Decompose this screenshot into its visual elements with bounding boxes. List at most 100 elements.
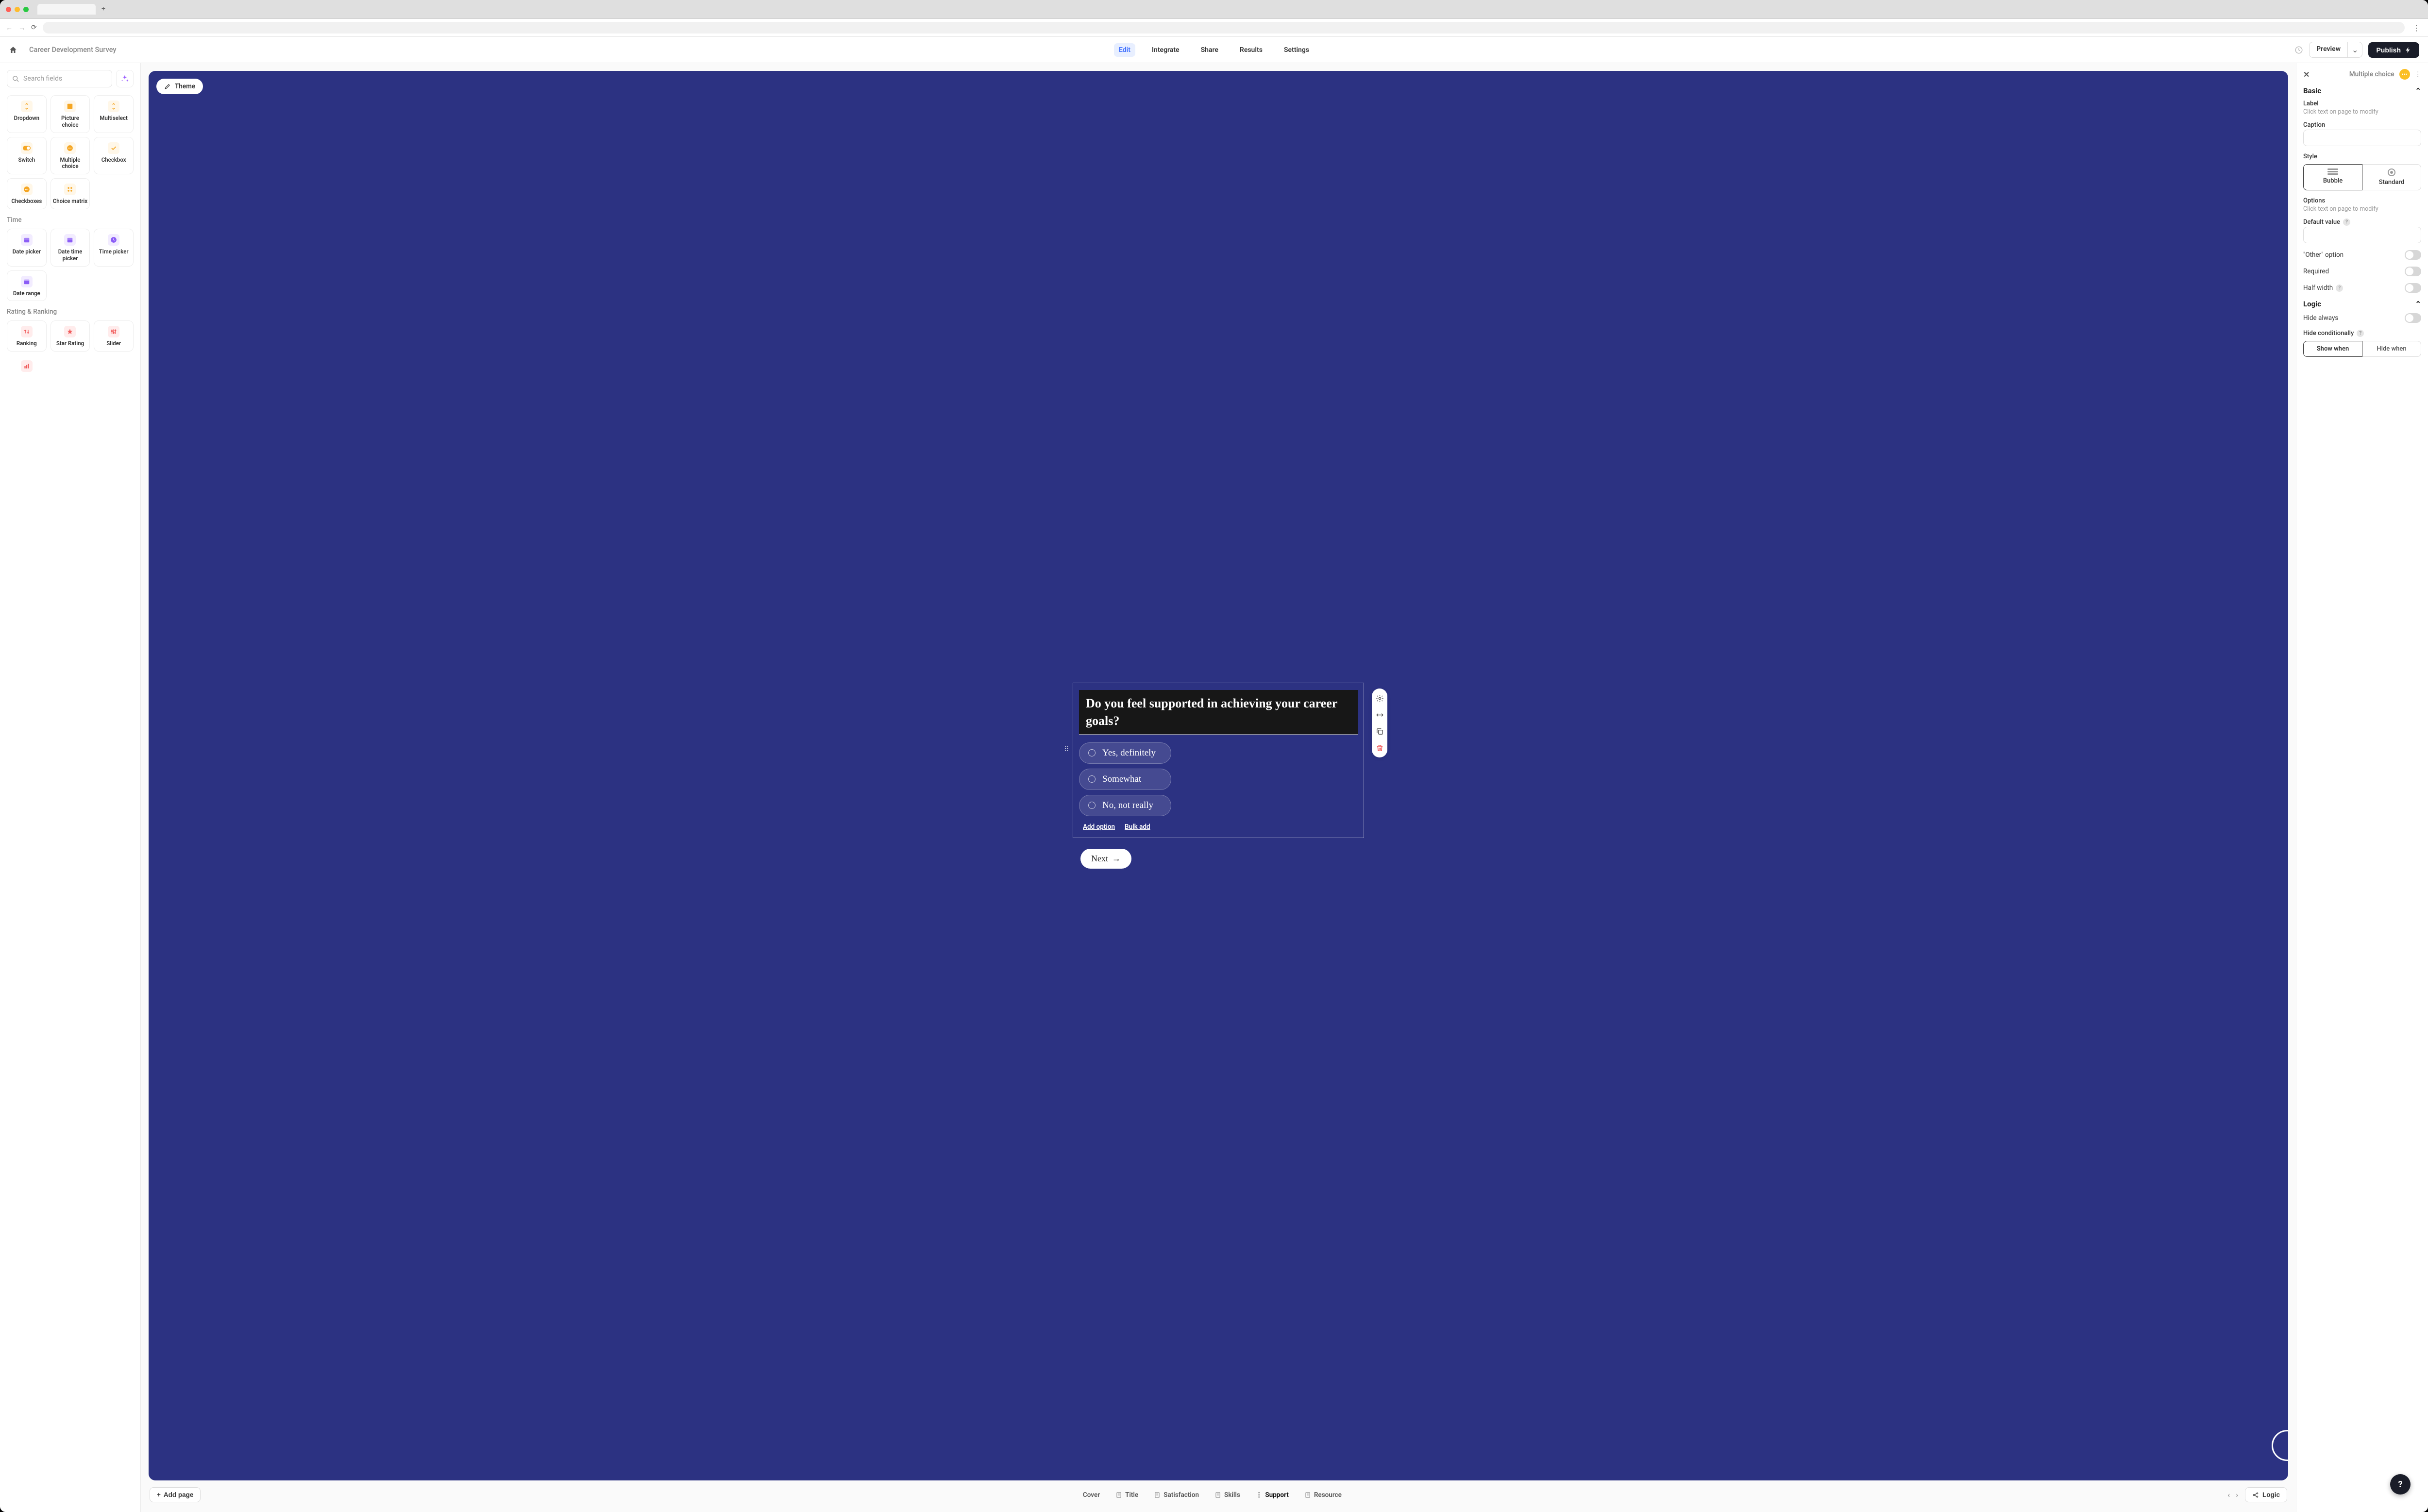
- style-field-label: Style: [2303, 153, 2421, 160]
- add-option-link[interactable]: Add option: [1083, 823, 1115, 831]
- more-icon[interactable]: ⋮: [2415, 70, 2422, 78]
- help-icon[interactable]: ?: [2336, 285, 2343, 292]
- logic-button[interactable]: Logic: [2245, 1487, 2287, 1502]
- home-icon[interactable]: [9, 46, 17, 54]
- radio-icon: [1088, 802, 1096, 809]
- page-tab-support[interactable]: ⋮ Support: [1249, 1488, 1296, 1502]
- form-canvas[interactable]: Theme ⠿ Do you feel supported in achi: [149, 71, 2288, 1480]
- nav-results[interactable]: Results: [1235, 43, 1267, 57]
- chevron-up-icon: ⌃: [2415, 86, 2421, 95]
- page-tab-skills[interactable]: Skills: [1208, 1488, 1247, 1502]
- browser-tab[interactable]: [37, 4, 96, 15]
- url-input[interactable]: [43, 22, 2405, 34]
- field-date-picker[interactable]: Date picker: [7, 229, 47, 267]
- question-title[interactable]: Do you feel supported in achieving your …: [1079, 690, 1358, 734]
- field-multiple-choice[interactable]: Multiple choice: [51, 137, 90, 175]
- page-icon: [1115, 1492, 1122, 1498]
- star-icon: [64, 326, 76, 337]
- field-multiselect[interactable]: Multiselect: [94, 95, 134, 133]
- option-1[interactable]: Somewhat: [1079, 769, 1171, 790]
- nav-share[interactable]: Share: [1196, 43, 1223, 57]
- page-tab-cover[interactable]: Cover: [1076, 1488, 1107, 1502]
- nav-edit[interactable]: Edit: [1114, 43, 1135, 57]
- window-min-dot[interactable]: [15, 7, 20, 12]
- option-2[interactable]: No, not really: [1079, 795, 1171, 816]
- ai-sparkle-button[interactable]: [116, 70, 134, 87]
- field-dropdown[interactable]: Dropdown: [7, 95, 47, 133]
- next-button[interactable]: Next →: [1080, 849, 1131, 869]
- default-value-input[interactable]: [2303, 227, 2421, 243]
- page-prev-icon[interactable]: ‹: [2227, 1490, 2230, 1499]
- theme-label: Theme: [175, 83, 195, 90]
- field-slider[interactable]: Slider: [94, 320, 134, 352]
- field-switch[interactable]: Switch: [7, 137, 47, 175]
- page-tab-resource[interactable]: Resource: [1298, 1488, 1349, 1502]
- field-choice-matrix[interactable]: Choice matrix: [51, 178, 90, 209]
- url-bar: ← → ⟳ ⋮: [0, 19, 2428, 37]
- page-tab-satisfaction[interactable]: Satisfaction: [1147, 1488, 1206, 1502]
- page-icon: [1304, 1492, 1311, 1498]
- preview-button-label[interactable]: Preview: [2310, 42, 2348, 57]
- page-next-icon[interactable]: ›: [2236, 1490, 2238, 1499]
- field-checkboxes[interactable]: Checkboxes: [7, 178, 47, 209]
- properties-panel: ✕ Multiple choice ••• ⋮ Basic ⌃ Label Cl…: [2296, 63, 2428, 1512]
- field-date-range[interactable]: Date range: [7, 270, 47, 302]
- search-input[interactable]: Search fields: [7, 70, 112, 87]
- hide-always-toggle[interactable]: [2405, 313, 2421, 323]
- style-standard-seg[interactable]: Standard: [2362, 164, 2421, 190]
- nav-forward-icon[interactable]: →: [18, 24, 25, 32]
- add-page-button[interactable]: + Add page: [150, 1487, 201, 1502]
- half-width-toggle[interactable]: [2405, 283, 2421, 293]
- theme-button[interactable]: Theme: [156, 79, 203, 94]
- preview-button[interactable]: Preview ⌄: [2309, 42, 2362, 58]
- style-bubble-seg[interactable]: Bubble: [2303, 164, 2362, 190]
- required-toggle[interactable]: [2405, 267, 2421, 276]
- other-option-toggle[interactable]: [2405, 250, 2421, 260]
- close-icon[interactable]: ✕: [2303, 70, 2310, 79]
- page-bar: + Add page Cover Title Satisf: [149, 1485, 2288, 1504]
- nav-reload-icon[interactable]: ⟳: [31, 24, 37, 32]
- field-picture-choice[interactable]: Picture choice: [51, 95, 90, 133]
- field-datetime-picker[interactable]: Date time picker: [51, 229, 90, 267]
- copy-icon[interactable]: [1375, 726, 1384, 736]
- field-time-picker[interactable]: Time picker: [94, 229, 134, 267]
- page-icon: [1214, 1492, 1221, 1498]
- section-logic-head[interactable]: Logic ⌃: [2303, 300, 2421, 308]
- page-tab-title[interactable]: Title: [1109, 1488, 1145, 1502]
- half-width-label: Half width ?: [2303, 284, 2343, 292]
- window-max-dot[interactable]: [23, 7, 29, 12]
- switch-icon: [21, 142, 33, 154]
- help-icon[interactable]: ?: [2357, 330, 2364, 337]
- field-type-link[interactable]: Multiple choice: [2349, 70, 2394, 78]
- show-when-seg[interactable]: Show when: [2303, 341, 2362, 357]
- new-tab-button[interactable]: +: [98, 4, 109, 15]
- gear-icon[interactable]: [1375, 693, 1384, 703]
- window-close-dot[interactable]: [6, 7, 11, 12]
- clock-icon: [108, 234, 119, 246]
- help-fab[interactable]: ?: [2390, 1474, 2411, 1495]
- publish-button[interactable]: Publish: [2368, 42, 2419, 58]
- field-type-badge-icon: •••: [2399, 69, 2410, 80]
- field-checkbox[interactable]: Checkbox: [94, 137, 134, 175]
- hide-conditionally-label: Hide conditionally ?: [2303, 330, 2421, 337]
- section-basic-head[interactable]: Basic ⌃: [2303, 86, 2421, 95]
- nav-back-icon[interactable]: ←: [6, 24, 13, 32]
- trash-icon[interactable]: [1375, 743, 1384, 753]
- caption-input[interactable]: [2303, 130, 2421, 146]
- field-ranking[interactable]: Ranking: [7, 320, 47, 352]
- browser-menu-icon[interactable]: ⋮: [2411, 23, 2422, 33]
- option-0[interactable]: Yes, definitely: [1079, 742, 1171, 764]
- field-star-rating[interactable]: Star Rating: [51, 320, 90, 352]
- history-icon[interactable]: [2294, 46, 2303, 54]
- nav-integrate[interactable]: Integrate: [1147, 43, 1184, 57]
- swap-icon[interactable]: [1375, 710, 1384, 720]
- preview-dropdown-icon[interactable]: ⌄: [2348, 42, 2362, 57]
- help-icon[interactable]: ?: [2343, 218, 2350, 226]
- hide-when-seg[interactable]: Hide when: [2362, 341, 2421, 357]
- bars-icon: [21, 360, 33, 372]
- nav-settings[interactable]: Settings: [1279, 43, 1314, 57]
- bulk-add-link[interactable]: Bulk add: [1125, 823, 1150, 831]
- field-extra[interactable]: [7, 355, 47, 376]
- search-icon: [12, 75, 19, 83]
- drag-handle-icon[interactable]: ⠿: [1064, 746, 1069, 754]
